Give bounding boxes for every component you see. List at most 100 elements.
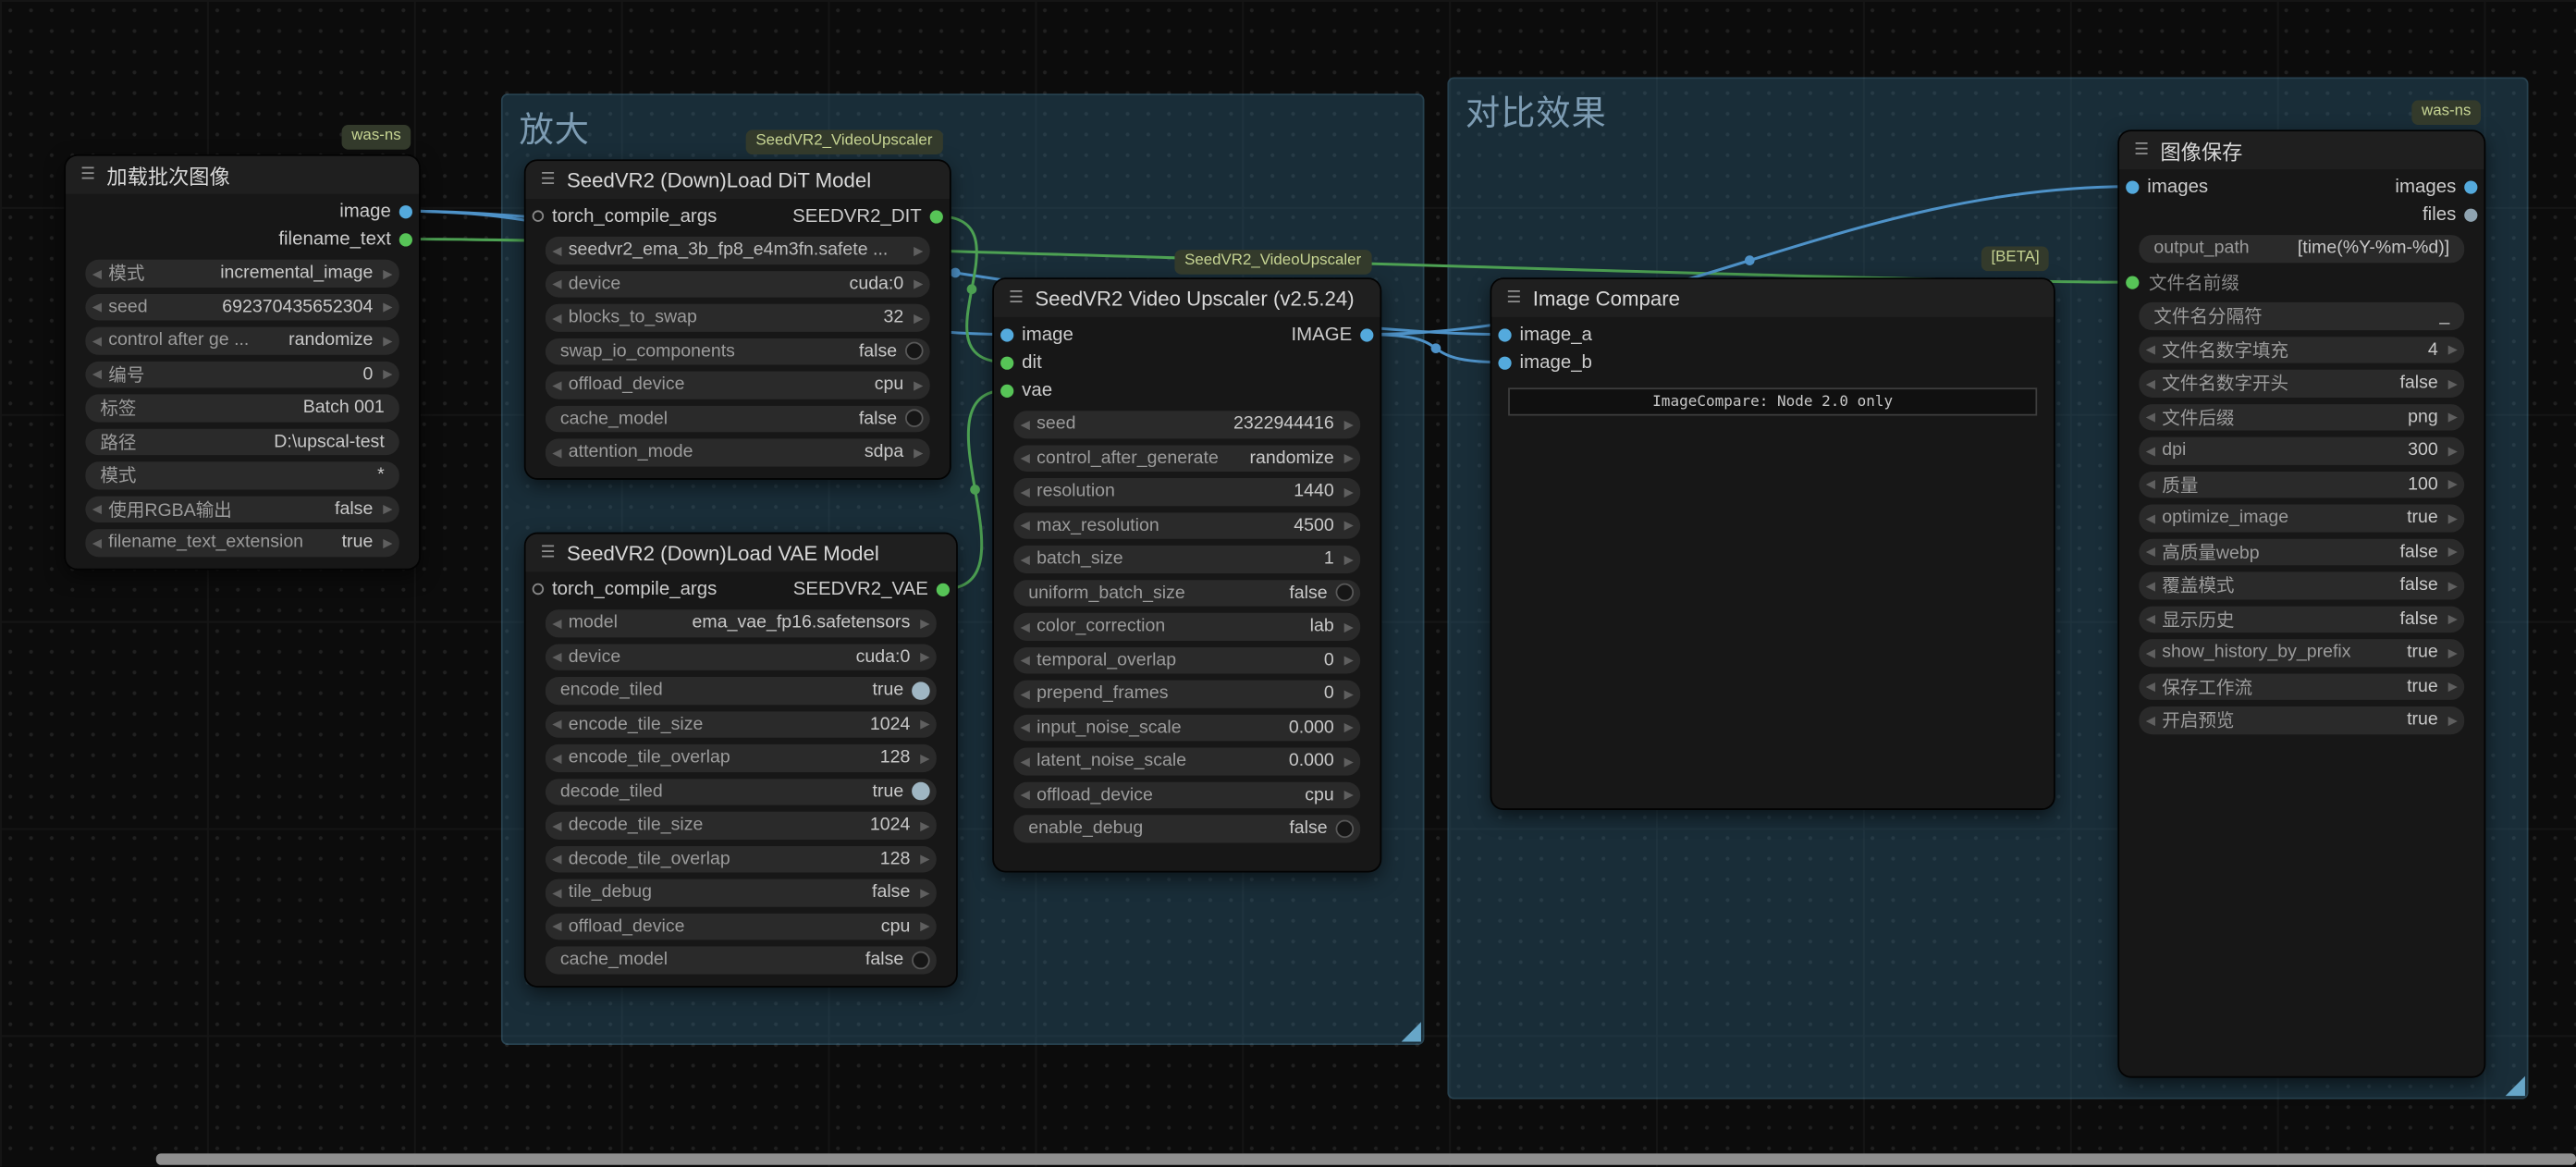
decrement-arrow-icon[interactable]: ◀	[2139, 510, 2162, 525]
decrement-arrow-icon[interactable]: ◀	[546, 717, 569, 731]
node-menu-icon[interactable]: ☰	[1506, 289, 1521, 308]
decrement-arrow-icon[interactable]: ◀	[546, 243, 569, 258]
toggle-knob[interactable]	[905, 342, 924, 361]
increment-arrow-icon[interactable]: ▶	[914, 616, 937, 631]
increment-arrow-icon[interactable]: ▶	[2441, 375, 2464, 390]
increment-arrow-icon[interactable]: ▶	[2441, 510, 2464, 525]
group-resize-handle[interactable]	[2506, 1076, 2525, 1096]
input-dot-image_b[interactable]	[1498, 356, 1511, 369]
toggle-knob[interactable]	[1336, 819, 1355, 838]
increment-arrow-icon[interactable]: ▶	[1337, 788, 1360, 803]
decrement-arrow-icon[interactable]: ◀	[1013, 788, 1037, 803]
widget-max-resolution[interactable]: ◀max_resolution4500▶	[1013, 511, 1360, 538]
increment-arrow-icon[interactable]: ▶	[1337, 417, 1360, 432]
widget-pattern[interactable]: 模式*	[85, 461, 399, 488]
decrement-arrow-icon[interactable]: ◀	[546, 919, 569, 934]
increment-arrow-icon[interactable]: ▶	[2441, 443, 2464, 458]
decrement-arrow-icon[interactable]: ◀	[2139, 545, 2162, 559]
increment-arrow-icon[interactable]: ▶	[1337, 518, 1360, 533]
node-load-batch-images[interactable]: ☰加载批次图像imagefilename_text◀模式incremental_…	[66, 156, 419, 568]
increment-arrow-icon[interactable]: ▶	[376, 501, 399, 516]
widget-output-path[interactable]: output_path[time(%Y-%m-%d)]	[2139, 235, 2464, 262]
output-slot-IMAGE[interactable]: IMAGE	[1291, 325, 1360, 344]
increment-arrow-icon[interactable]: ▶	[914, 852, 937, 866]
widget-decode-tile-size[interactable]: ◀decode_tile_size1024▶	[546, 812, 937, 839]
increment-arrow-icon[interactable]: ▶	[2441, 645, 2464, 660]
input-dot-filename-prefix[interactable]	[2126, 276, 2139, 289]
widget-filename-prefix[interactable]: 文件名前缀	[2139, 269, 2464, 296]
decrement-arrow-icon[interactable]: ◀	[2139, 679, 2162, 694]
increment-arrow-icon[interactable]: ▶	[907, 243, 930, 258]
widget-swap-io-components[interactable]: swap_io_componentsfalse	[546, 338, 930, 364]
decrement-arrow-icon[interactable]: ◀	[85, 300, 108, 314]
output-dot-SEEDVR2_VAE[interactable]	[937, 583, 950, 596]
widget-embed-workflow[interactable]: ◀保存工作流true▶	[2139, 673, 2464, 700]
toggle-knob[interactable]	[1336, 584, 1355, 602]
increment-arrow-icon[interactable]: ▶	[907, 377, 930, 392]
node-image-save[interactable]: ☰图像保存imagesimagesfilesoutput_path[time(%…	[2119, 131, 2484, 1076]
widget-device[interactable]: ◀devicecuda:0▶	[546, 270, 930, 297]
output-slot-image[interactable]: image	[339, 202, 399, 221]
horizontal-scrollbar[interactable]	[156, 1153, 2576, 1164]
toggle-knob[interactable]	[912, 951, 930, 969]
decrement-arrow-icon[interactable]: ◀	[2139, 342, 2162, 357]
increment-arrow-icon[interactable]: ▶	[2441, 342, 2464, 357]
widget-encode-tile-size[interactable]: ◀encode_tile_size1024▶	[546, 710, 937, 737]
widget-encode-tiled[interactable]: encode_tiledtrue	[546, 677, 937, 704]
widget-index[interactable]: ◀编号0▶	[85, 361, 399, 387]
increment-arrow-icon[interactable]: ▶	[2441, 477, 2464, 492]
decrement-arrow-icon[interactable]: ◀	[2139, 410, 2162, 424]
increment-arrow-icon[interactable]: ▶	[1337, 686, 1360, 701]
widget-offload-device[interactable]: ◀offload_devicecpu▶	[546, 372, 930, 399]
input-dot-image_a[interactable]	[1498, 327, 1511, 340]
decrement-arrow-icon[interactable]: ◀	[546, 852, 569, 866]
increment-arrow-icon[interactable]: ▶	[376, 535, 399, 550]
widget-filename-number-padding[interactable]: ◀文件名数字填充4▶	[2139, 336, 2464, 362]
widget-extension[interactable]: ◀文件后缀png▶	[2139, 403, 2464, 430]
decrement-arrow-icon[interactable]: ◀	[546, 616, 569, 631]
output-dot-image[interactable]	[399, 204, 412, 217]
node-menu-icon[interactable]: ☰	[80, 166, 95, 184]
increment-arrow-icon[interactable]: ▶	[2441, 679, 2464, 694]
increment-arrow-icon[interactable]: ▶	[907, 276, 930, 291]
decrement-arrow-icon[interactable]: ◀	[546, 445, 569, 460]
increment-arrow-icon[interactable]: ▶	[2441, 578, 2464, 593]
decrement-arrow-icon[interactable]: ◀	[2139, 477, 2162, 492]
increment-arrow-icon[interactable]: ▶	[376, 333, 399, 348]
toggle-knob[interactable]	[905, 410, 924, 428]
output-dot-filename_text[interactable]	[399, 232, 412, 245]
decrement-arrow-icon[interactable]: ◀	[1013, 720, 1037, 735]
decrement-arrow-icon[interactable]: ◀	[1013, 485, 1037, 499]
decrement-arrow-icon[interactable]: ◀	[546, 649, 569, 664]
node-header[interactable]: ☰SeedVR2 (Down)Load DiT Model	[526, 161, 950, 199]
widget-show-history[interactable]: ◀显示历史false▶	[2139, 606, 2464, 633]
widget-rgba-output[interactable]: ◀使用RGBA输出false▶	[85, 496, 399, 522]
node-menu-icon[interactable]: ☰	[1009, 289, 1024, 308]
input-dot-images[interactable]	[2126, 180, 2139, 193]
increment-arrow-icon[interactable]: ▶	[1337, 485, 1360, 499]
decrement-arrow-icon[interactable]: ◀	[1013, 686, 1037, 701]
input-dot-dit[interactable]	[1000, 356, 1013, 369]
decrement-arrow-icon[interactable]: ◀	[1013, 552, 1037, 567]
input-slot-dit[interactable]: dit	[1013, 352, 1041, 372]
input-dot-torch_compile_args[interactable]	[533, 584, 544, 595]
increment-arrow-icon[interactable]: ▶	[914, 751, 937, 766]
node-menu-icon[interactable]: ☰	[541, 544, 556, 562]
decrement-arrow-icon[interactable]: ◀	[1013, 754, 1037, 768]
node-menu-icon[interactable]: ☰	[541, 171, 556, 190]
increment-arrow-icon[interactable]: ▶	[1337, 552, 1360, 567]
group-resize-handle[interactable]	[1402, 1022, 1421, 1041]
output-dot-files[interactable]	[2464, 208, 2477, 221]
node-header[interactable]: ☰SeedVR2 Video Upscaler (v2.5.24)	[994, 279, 1380, 317]
decrement-arrow-icon[interactable]: ◀	[546, 276, 569, 291]
increment-arrow-icon[interactable]: ▶	[1337, 450, 1360, 465]
decrement-arrow-icon[interactable]: ◀	[85, 367, 108, 382]
increment-arrow-icon[interactable]: ▶	[907, 310, 930, 325]
widget-filename-text-extension[interactable]: ◀filename_text_extensiontrue▶	[85, 529, 399, 556]
widget-enable-debug[interactable]: enable_debugfalse	[1013, 815, 1360, 841]
input-slot-image[interactable]: image	[1013, 325, 1073, 344]
decrement-arrow-icon[interactable]: ◀	[85, 265, 108, 280]
decrement-arrow-icon[interactable]: ◀	[1013, 450, 1037, 465]
input-slot-image_b[interactable]: image_b	[1512, 352, 1592, 372]
decrement-arrow-icon[interactable]: ◀	[2139, 611, 2162, 626]
